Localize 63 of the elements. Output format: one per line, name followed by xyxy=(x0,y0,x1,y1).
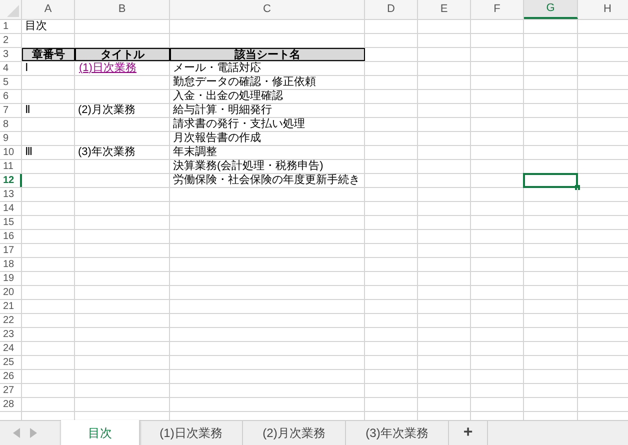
table-cell: Ⅰ xyxy=(25,62,28,75)
sheet-tab[interactable]: (1)日次業務 xyxy=(140,421,243,445)
next-sheet-icon[interactable] xyxy=(30,428,37,438)
column-header[interactable]: D xyxy=(365,0,418,19)
row-number[interactable]: 9 xyxy=(3,132,9,145)
table-cell: 勤怠データの確認・修正依頼 xyxy=(173,76,316,89)
row-number[interactable]: 6 xyxy=(3,90,9,103)
row-number[interactable]: 18 xyxy=(3,258,14,271)
row-number[interactable]: 25 xyxy=(3,356,14,369)
row-number[interactable]: 13 xyxy=(3,188,14,201)
row-number[interactable]: 22 xyxy=(3,314,14,327)
row-number[interactable]: 10 xyxy=(3,146,14,159)
row-number[interactable]: 14 xyxy=(3,202,14,215)
table-header-cell-text: タイトル xyxy=(100,49,146,62)
table-header-cell-text: 該当シート名 xyxy=(234,49,302,62)
previous-sheet-icon[interactable] xyxy=(13,428,20,438)
sheet-tab[interactable]: (2)月次業務 xyxy=(243,421,346,445)
row-number[interactable]: 23 xyxy=(3,328,14,341)
row-number[interactable]: 7 xyxy=(3,104,9,117)
row-number[interactable]: 24 xyxy=(3,342,14,355)
table-cell: 年末調整 xyxy=(173,146,217,159)
row-number[interactable]: 26 xyxy=(3,370,14,383)
table-cell: 目次 xyxy=(25,20,47,33)
table-cell: Ⅲ xyxy=(25,146,33,159)
column-header[interactable]: H xyxy=(578,0,628,19)
sheet-link[interactable]: (1)日次業務 xyxy=(79,62,136,75)
table-cell: 月次報告書の作成 xyxy=(173,132,261,145)
column-header[interactable]: C xyxy=(170,0,365,19)
table-cell: (3)年次業務 xyxy=(78,146,136,159)
row-number[interactable]: 21 xyxy=(3,300,14,313)
column-header[interactable]: A xyxy=(22,0,75,19)
table-cell: 給与計算・明細発行 xyxy=(173,104,272,117)
column-header[interactable]: B xyxy=(75,0,170,19)
table-cell: (2)月次業務 xyxy=(78,104,136,117)
row-number[interactable]: 4 xyxy=(3,62,9,75)
row-number[interactable]: 12 xyxy=(3,174,14,187)
add-sheet-button[interactable]: + xyxy=(449,421,488,445)
table-cell: 入金・出金の処理確認 xyxy=(173,90,283,103)
row-number[interactable]: 8 xyxy=(3,118,9,131)
row-number[interactable]: 28 xyxy=(3,398,14,411)
row-number[interactable]: 19 xyxy=(3,272,14,285)
row-number[interactable]: 27 xyxy=(3,384,14,397)
table-cell: 請求書の発行・支払い処理 xyxy=(173,118,305,131)
row-number[interactable]: 3 xyxy=(3,48,9,61)
table-cell: Ⅱ xyxy=(25,104,30,117)
sheet-tab[interactable]: (3)年次業務 xyxy=(346,421,449,445)
row-number[interactable]: 15 xyxy=(3,216,14,229)
selected-cell[interactable] xyxy=(523,173,578,188)
row-number[interactable]: 16 xyxy=(3,230,14,243)
row-number[interactable]: 11 xyxy=(3,160,14,173)
table-cell: 労働保険・社会保険の年度更新手続き xyxy=(173,174,360,187)
select-all-icon[interactable] xyxy=(7,5,19,17)
sheet-tab[interactable]: 目次 xyxy=(61,420,140,445)
table-cell: メール・電話対応 xyxy=(173,62,261,75)
row-number[interactable]: 2 xyxy=(3,34,9,47)
row-number[interactable]: 17 xyxy=(3,244,14,257)
row-number[interactable]: 1 xyxy=(3,20,9,33)
table-header-cell-text: 章番号 xyxy=(31,49,66,62)
column-header[interactable]: G xyxy=(524,0,578,19)
column-header[interactable]: E xyxy=(418,0,471,19)
row-number[interactable]: 5 xyxy=(3,76,9,89)
row-number[interactable]: 20 xyxy=(3,286,14,299)
table-cell: 決算業務(会計処理・税務申告) xyxy=(173,160,324,173)
